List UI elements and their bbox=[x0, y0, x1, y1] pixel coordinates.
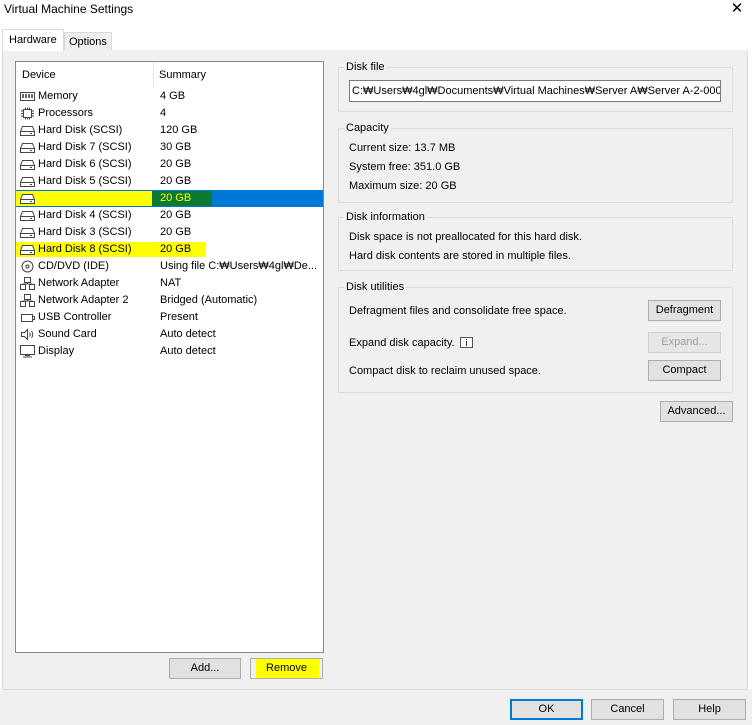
device-row[interactable]: Memory 4 GB bbox=[16, 88, 323, 105]
ok-button[interactable]: OK bbox=[510, 699, 583, 720]
remove-button[interactable]: Remove bbox=[250, 658, 323, 679]
device-row[interactable]: CD/DVD (IDE) Using file C:₩Users₩4gl₩De..… bbox=[16, 258, 323, 275]
network-adapter-icon bbox=[20, 294, 35, 307]
device-summary: 120 GB bbox=[160, 124, 198, 136]
device-row[interactable]: Processors 4 bbox=[16, 105, 323, 122]
disk-info-line-1: Disk space is not preallocated for this … bbox=[349, 231, 582, 243]
hard-disk-icon bbox=[20, 124, 35, 137]
device-summary: 20 GB bbox=[160, 192, 192, 204]
device-name: Memory bbox=[38, 90, 78, 102]
compact-text: Compact disk to reclaim unused space. bbox=[349, 365, 541, 377]
sound-card-icon bbox=[20, 328, 35, 341]
device-summary: Using file C:₩Users₩4gl₩De... bbox=[160, 260, 318, 272]
capacity-group: Capacity Current size: 13.7 MB System fr… bbox=[338, 122, 733, 203]
system-free-text: System free: 351.0 GB bbox=[349, 161, 461, 173]
device-name: Hard Disk 2 (SCSI) bbox=[38, 192, 132, 204]
device-name: Processors bbox=[38, 107, 94, 119]
device-row[interactable]: Hard Disk 3 (SCSI) 20 GB bbox=[16, 224, 323, 241]
device-name: Network Adapter 2 bbox=[38, 294, 129, 306]
defragment-text: Defragment files and consolidate free sp… bbox=[349, 305, 567, 317]
hard-disk-icon bbox=[20, 209, 35, 222]
device-summary: 4 bbox=[160, 107, 167, 119]
device-summary: Bridged (Automatic) bbox=[160, 294, 258, 306]
device-summary: 20 GB bbox=[160, 243, 192, 255]
device-name: Hard Disk 8 (SCSI) bbox=[38, 243, 132, 255]
expand-text: Expand disk capacity. bbox=[349, 337, 455, 349]
expand-button[interactable]: Expand... bbox=[648, 332, 721, 353]
compact-button[interactable]: Compact bbox=[648, 360, 721, 381]
tab-options[interactable]: Options bbox=[64, 32, 112, 50]
device-row[interactable]: Hard Disk 8 (SCSI) 20 GB bbox=[16, 241, 323, 258]
disk-file-title: Disk file bbox=[344, 61, 387, 74]
device-summary: 20 GB bbox=[160, 158, 192, 170]
device-summary: Auto detect bbox=[160, 345, 216, 357]
maximum-size-text: Maximum size: 20 GB bbox=[349, 180, 457, 192]
close-icon[interactable]: ✕ bbox=[726, 0, 748, 20]
device-summary: Present bbox=[160, 311, 198, 323]
device-row[interactable]: Hard Disk 6 (SCSI) 20 GB bbox=[16, 156, 323, 173]
device-name: USB Controller bbox=[38, 311, 112, 323]
add-button[interactable]: Add... bbox=[169, 658, 241, 679]
processor-icon bbox=[20, 107, 35, 120]
column-header-device[interactable]: Device bbox=[16, 62, 154, 88]
device-summary: NAT bbox=[160, 277, 182, 289]
advanced-button[interactable]: Advanced... bbox=[660, 401, 733, 422]
defragment-button[interactable]: Defragment bbox=[648, 300, 721, 321]
device-row[interactable]: Hard Disk 2 (SCSI) 20 GB bbox=[16, 190, 323, 207]
hard-disk-icon bbox=[20, 226, 35, 239]
device-name: Sound Card bbox=[38, 328, 97, 340]
device-summary: Auto detect bbox=[160, 328, 216, 340]
cd-dvd-icon bbox=[20, 260, 35, 273]
disk-file-path-field[interactable]: C:₩Users₩4gl₩Documents₩Virtual Machines₩… bbox=[349, 80, 721, 102]
device-row[interactable]: Hard Disk (SCSI) 120 GB bbox=[16, 122, 323, 139]
device-name: Display bbox=[38, 345, 75, 357]
device-row[interactable]: Network Adapter 2 Bridged (Automatic) bbox=[16, 292, 323, 309]
capacity-title: Capacity bbox=[344, 122, 391, 135]
disk-info-line-2: Hard disk contents are stored in multipl… bbox=[349, 250, 571, 262]
device-name: Hard Disk 6 (SCSI) bbox=[38, 158, 132, 170]
window-title: Virtual Machine Settings bbox=[4, 2, 134, 16]
device-name: Hard Disk 5 (SCSI) bbox=[38, 175, 132, 187]
device-row[interactable]: Hard Disk 4 (SCSI) 20 GB bbox=[16, 207, 323, 224]
hard-disk-icon bbox=[20, 175, 35, 188]
cancel-button[interactable]: Cancel bbox=[591, 699, 664, 720]
usb-icon bbox=[20, 311, 35, 324]
column-header-summary[interactable]: Summary bbox=[154, 62, 323, 88]
disk-information-group: Disk information Disk space is not preal… bbox=[338, 211, 733, 271]
device-name: Hard Disk 4 (SCSI) bbox=[38, 209, 132, 221]
device-row[interactable]: USB Controller Present bbox=[16, 309, 323, 326]
display-icon bbox=[20, 345, 35, 358]
device-name: CD/DVD (IDE) bbox=[38, 260, 109, 272]
disk-utilities-title: Disk utilities bbox=[344, 281, 407, 294]
help-button[interactable]: Help bbox=[673, 699, 746, 720]
tab-hardware[interactable]: Hardware bbox=[2, 29, 64, 51]
hard-disk-icon bbox=[20, 141, 35, 154]
device-summary: 4 GB bbox=[160, 90, 186, 102]
device-list[interactable]: Device Summary Memory 4 GB Processors 4 Hard… bbox=[15, 61, 324, 653]
hard-disk-icon bbox=[20, 243, 35, 256]
device-name: Hard Disk 3 (SCSI) bbox=[38, 226, 132, 238]
current-size-text: Current size: 13.7 MB bbox=[349, 142, 456, 154]
device-name: Hard Disk (SCSI) bbox=[38, 124, 123, 136]
device-summary: 20 GB bbox=[160, 175, 192, 187]
hard-disk-icon bbox=[20, 158, 35, 171]
device-row[interactable]: Display Auto detect bbox=[16, 343, 323, 360]
network-adapter-icon bbox=[20, 277, 35, 290]
disk-information-title: Disk information bbox=[344, 211, 427, 224]
info-icon[interactable] bbox=[460, 337, 473, 348]
hard-disk-icon bbox=[20, 192, 35, 205]
device-summary: 20 GB bbox=[160, 226, 192, 238]
device-row[interactable]: Sound Card Auto detect bbox=[16, 326, 323, 343]
device-summary: 20 GB bbox=[160, 209, 192, 221]
device-name: Hard Disk 7 (SCSI) bbox=[38, 141, 132, 153]
memory-icon bbox=[20, 90, 35, 103]
device-row[interactable]: Network Adapter NAT bbox=[16, 275, 323, 292]
device-row[interactable]: Hard Disk 5 (SCSI) 20 GB bbox=[16, 173, 323, 190]
device-row[interactable]: Hard Disk 7 (SCSI) 30 GB bbox=[16, 139, 323, 156]
device-summary: 30 GB bbox=[160, 141, 192, 153]
device-name: Network Adapter bbox=[38, 277, 120, 289]
